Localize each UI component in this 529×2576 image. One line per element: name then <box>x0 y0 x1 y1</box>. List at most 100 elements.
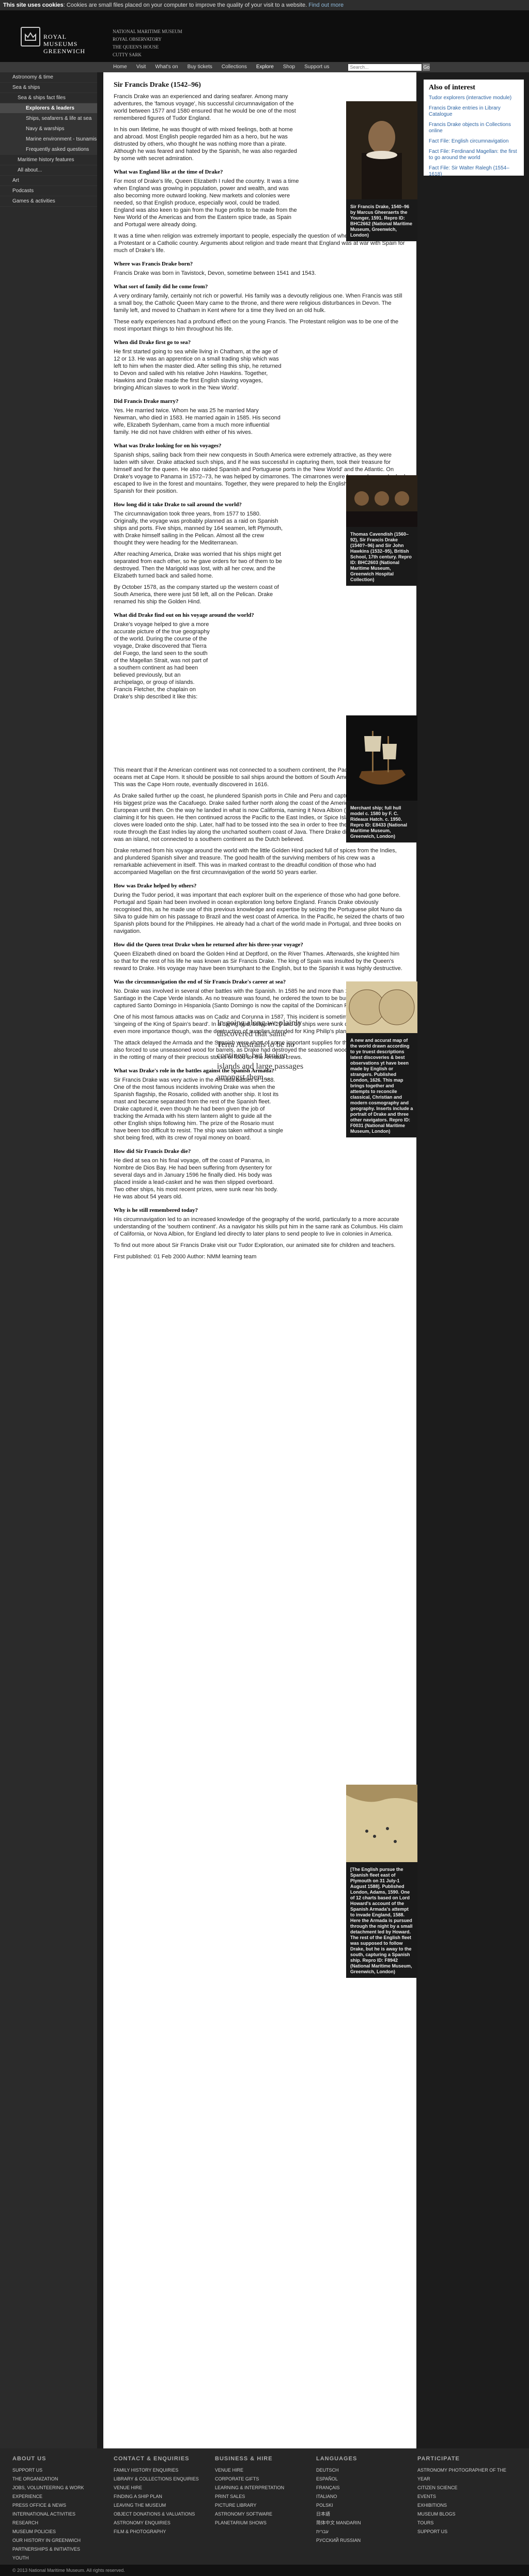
footer-link[interactable]: POLSKI <box>316 2501 417 2510</box>
site-link-observatory[interactable]: ROYAL OBSERVATORY <box>113 36 182 43</box>
sidebar-item[interactable]: Astronomy & time <box>0 72 97 83</box>
footer-link[interactable]: SUPPORT US <box>12 2466 114 2475</box>
footer-link[interactable]: ASTRONOMY ENQUIRIES <box>114 2519 215 2527</box>
heading-die: How did Sir Francis Drake die? <box>114 1148 191 1154</box>
aoi-link[interactable]: Tudor explorers (interactive module) <box>429 95 519 101</box>
footer-link[interactable]: OBJECT DONATIONS & VALUATIONS <box>114 2510 215 2519</box>
nav-collections[interactable]: Collections <box>217 62 252 72</box>
footer-link[interactable]: SUPPORT US <box>417 2527 519 2536</box>
footer-link[interactable]: CITIZEN SCIENCE <box>417 2484 519 2492</box>
footer-column-title: PARTICIPATE <box>417 2456 460 2462</box>
cookie-banner: This site uses cookies: Cookies are smal… <box>0 0 529 10</box>
figure-world-map: A new and accurat map of the world drawn… <box>346 981 417 1137</box>
aoi-link[interactable]: Fact File: Ferdinand Magellan: the first… <box>429 149 519 161</box>
sidebar-item[interactable]: Art <box>0 176 97 186</box>
footer-link[interactable]: PRINT SALES <box>215 2492 316 2501</box>
footer-link[interactable]: VENUE HIRE <box>114 2484 215 2492</box>
nav-support-us[interactable]: Support us <box>300 62 334 72</box>
sidebar-item[interactable]: Navy & warships <box>0 124 97 134</box>
search-input[interactable] <box>348 64 422 71</box>
also-of-interest: Also of interest Tudor explorers (intera… <box>424 80 524 178</box>
published-line: First published: 01 Feb 2000 Author: NMM… <box>114 1254 257 1260</box>
footer-link[interactable]: FRANÇAIS <box>316 2484 417 2492</box>
site-link-nmm[interactable]: NATIONAL MARITIME MUSEUM <box>113 28 182 36</box>
footer-link[interactable]: PRESS OFFICE & NEWS <box>12 2501 114 2510</box>
armada-chart-image <box>346 1785 417 1864</box>
footer-link[interactable]: FILM & PHOTOGRAPHY <box>114 2527 215 2536</box>
logo-text: ROYAL MUSEUMS GREENWICH <box>43 33 85 55</box>
rmg-logo[interactable]: ROYAL MUSEUMS GREENWICH <box>21 27 98 58</box>
para-long-3: By October 1578, as the company started … <box>114 584 279 605</box>
footer-link[interactable]: ASTRONOMY SOFTWARE <box>215 2510 316 2519</box>
footer-link[interactable]: JOBS, VOLUNTEERING & WORK EXPERIENCE <box>12 2484 114 2501</box>
footer-link[interactable]: PУCCKИЙ RUSSIAN <box>316 2536 417 2545</box>
sidebar-item[interactable]: Maritime history features <box>0 155 97 165</box>
search-go-button[interactable]: Go <box>423 64 430 71</box>
footer-link[interactable]: EVENTS <box>417 2492 519 2501</box>
footer-link[interactable]: LIBRARY & COLLECTIONS ENQUIRIES <box>114 2475 215 2484</box>
footer-link[interactable]: עברית <box>316 2527 417 2536</box>
heading-born: Where was Francis Drake born? <box>114 261 193 267</box>
ship-model-image <box>346 715 417 802</box>
intro-p1: Francis Drake was an experienced and dar… <box>114 93 296 121</box>
footer-link[interactable]: 日本語 <box>316 2510 417 2519</box>
sidebar-item[interactable]: Frequently asked questions <box>0 145 97 155</box>
footer-link[interactable]: EXHIBITIONS <box>417 2501 519 2510</box>
para-find-4: Drake returned from his voyage around th… <box>114 848 397 876</box>
sidebar-item[interactable]: All about... <box>0 165 97 176</box>
para-marry: Yes. He married twice. Whom he was 25 he… <box>114 408 281 435</box>
footer-link[interactable]: YOUTH <box>12 2554 114 2563</box>
figure-caption: A new and accurat map of the world drawn… <box>350 1038 413 1134</box>
footer-link[interactable]: INTERNATIONAL ACTIVITIES <box>12 2510 114 2519</box>
footer-link[interactable]: FAMILY HISTORY ENQUIRIES <box>114 2466 215 2475</box>
sidebar-item[interactable]: Marine environment - tsunamis <box>0 134 97 145</box>
footer-link[interactable]: CORPORATE GIFTS <box>215 2475 316 2484</box>
cookie-more-link[interactable]: Find out more <box>308 2 344 8</box>
aoi-link[interactable]: Francis Drake objects in Collections onl… <box>429 122 519 134</box>
footer-link[interactable]: TOURS <box>417 2519 519 2527</box>
nav-shop[interactable]: Shop <box>278 62 300 72</box>
sidebar-item[interactable]: Explorers & leaders <box>0 103 97 114</box>
nav-buy-tickets[interactable]: Buy tickets <box>183 62 217 72</box>
heading-family: What sort of family did he come from? <box>114 284 208 290</box>
footer-link[interactable]: RESEARCH <box>12 2519 114 2527</box>
site-link-queens-house[interactable]: THE QUEEN'S HOUSE <box>113 43 182 51</box>
sidebar-item[interactable]: Sea & ships <box>0 83 97 93</box>
footer-column: LANGUAGES DEUTSCH ESPAÑOL FRANÇAIS ITALIANO P… <box>316 2456 417 2565</box>
footer-link[interactable]: DEUTSCH <box>316 2466 417 2475</box>
nav-whats-on[interactable]: What's on <box>150 62 182 72</box>
footer-link[interactable]: ITALIANO <box>316 2492 417 2501</box>
footer-link[interactable]: LEARNING & INTERPRETATION <box>215 2484 316 2492</box>
aoi-link[interactable]: Fact File: English circumnavigation <box>429 138 519 145</box>
sidebar-item[interactable]: Games & activities <box>0 196 97 207</box>
nav-explore[interactable]: Explore <box>252 62 278 72</box>
footer-column-title: LANGUAGES <box>316 2456 357 2462</box>
aoi-link[interactable]: Francis Drake entries in Library Catalog… <box>429 105 519 118</box>
site-links: NATIONAL MARITIME MUSEUM ROYAL OBSERVATO… <box>113 28 182 59</box>
footer-link[interactable]: MUSEUM BLOGS <box>417 2510 519 2519</box>
footer-link[interactable]: PLANETARIUM SHOWS <box>215 2519 316 2527</box>
footer-link[interactable]: VENUE HIRE <box>215 2466 316 2475</box>
figure-armada-chart: [The English pursue the Spanish fleet ea… <box>346 1785 417 1978</box>
footer-link[interactable]: PICTURE LIBRARY <box>215 2501 316 2510</box>
para-england-1: For most of Drake's life, Queen Elizabet… <box>114 178 299 228</box>
footer-link[interactable]: PARTNERSHIPS & INITIATIVES <box>12 2545 114 2554</box>
footer-link[interactable]: THE ORGANIZATION <box>12 2475 114 2484</box>
nav-home[interactable]: Home <box>108 62 132 72</box>
footer-link[interactable]: ESPAÑOL <box>316 2475 417 2484</box>
footer-link[interactable]: 简体中文 MANDARIN <box>316 2519 417 2527</box>
footer-link[interactable]: LEAVING THE MUSEUM <box>114 2501 215 2510</box>
figure-three-explorers: Thomas Cavendish (1560–92), Sir Francis … <box>346 475 417 586</box>
sidebar-item[interactable]: Podcasts <box>0 186 97 196</box>
footer-link[interactable]: OUR HISTORY IN GREENWICH <box>12 2536 114 2545</box>
footer-link[interactable]: ASTRONOMY PHOTOGRAPHER OF THE YEAR <box>417 2466 519 2484</box>
sidebar-item[interactable]: Sea & ships fact files <box>0 93 97 103</box>
aoi-link[interactable]: Fact File: Sir Walter Ralegh (1554–1618) <box>429 165 519 178</box>
site-link-cutty-sark[interactable]: CUTTY SARK <box>113 51 182 59</box>
footer-link[interactable]: MUSEUM POLICIES <box>12 2527 114 2536</box>
footer-column: CONTACT & ENQUIRIES FAMILY HISTORY ENQUIR… <box>114 2456 215 2565</box>
nav-visit[interactable]: Visit <box>132 62 151 72</box>
footer-link[interactable]: FINDING A SHIP PLAN <box>114 2492 215 2501</box>
sidebar-item[interactable]: Ships, seafarers & life at sea <box>0 114 97 124</box>
para-family-2: These early experiences had a profound e… <box>114 319 399 332</box>
